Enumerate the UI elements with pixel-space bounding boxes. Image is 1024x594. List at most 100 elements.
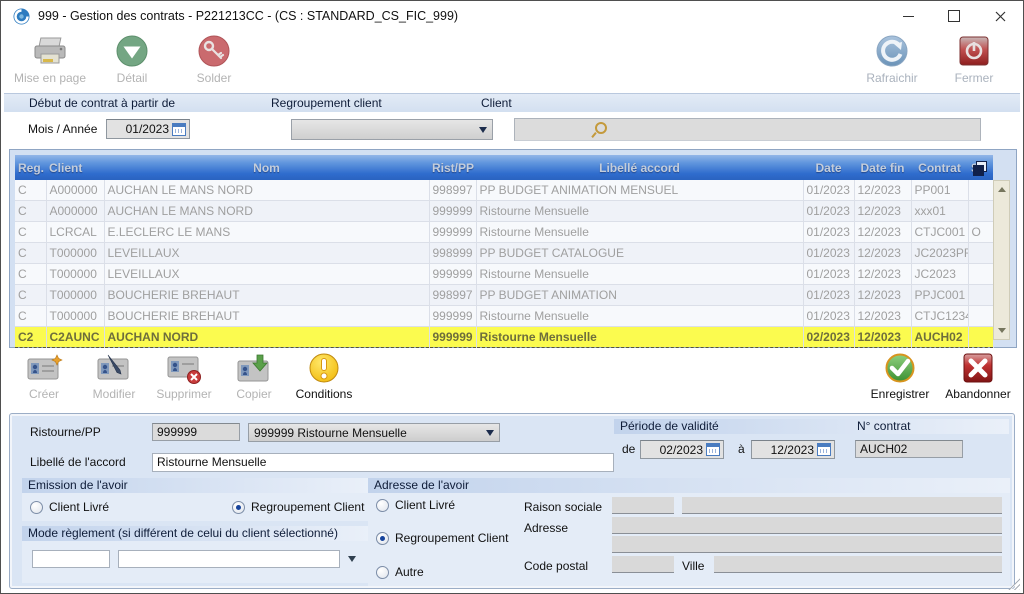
close-button[interactable]: [977, 1, 1023, 31]
copier-button[interactable]: Copier: [219, 353, 289, 401]
table-row[interactable]: CT000000LEVEILLAUX998999PP BUDGET CATALO…: [15, 243, 993, 264]
client-search-input[interactable]: [514, 118, 981, 141]
arrow-up-icon: [998, 187, 1006, 192]
adresse1-input[interactable]: [612, 517, 1002, 534]
table-cell: CTJC1234: [911, 306, 968, 327]
calendar-icon[interactable]: [817, 443, 831, 456]
radio-adresse-regroupement[interactable]: Regroupement Client: [376, 531, 508, 545]
col-datefin[interactable]: Date fin: [854, 155, 911, 180]
abandonner-label: Abandonner: [945, 387, 1010, 401]
abandonner-button[interactable]: Abandonner: [939, 353, 1017, 401]
copier-label: Copier: [236, 387, 271, 401]
supprimer-button[interactable]: Supprimer: [149, 353, 219, 401]
col-date[interactable]: Date: [803, 155, 854, 180]
table-row[interactable]: CT000000BOUCHERIE BREHAUT999999Ristourne…: [15, 306, 993, 327]
maximize-button[interactable]: [931, 1, 977, 31]
table-cell: CTJC001: [911, 222, 968, 243]
table-cell: C2: [15, 327, 46, 348]
radio-icon: [30, 501, 43, 514]
table-cell: [968, 306, 993, 327]
periode-de-input[interactable]: 02/2023: [640, 440, 724, 459]
grid-copy-icon[interactable]: [976, 161, 987, 172]
table-row[interactable]: CT000000LEVEILLAUX999999Ristourne Mensue…: [15, 264, 993, 285]
exclamation-icon: [307, 353, 341, 385]
table-cell: [968, 201, 993, 222]
calendar-icon[interactable]: [706, 443, 720, 456]
col-nom[interactable]: Nom: [104, 155, 429, 180]
solder-button[interactable]: Solder: [173, 35, 255, 85]
table-row[interactable]: CA000000AUCHAN LE MANS NORD998997PP BUDG…: [15, 180, 993, 201]
month-year-input[interactable]: 01/2023: [106, 119, 190, 139]
table-row[interactable]: CLCRCALE.LECLERC LE MANS999999Ristourne …: [15, 222, 993, 243]
ristourne-dropdown[interactable]: 999999 Ristourne Mensuelle: [248, 423, 500, 442]
calendar-icon[interactable]: [172, 123, 186, 136]
table-row[interactable]: CT000000BOUCHERIE BREHAUT998997PP BUDGET…: [15, 285, 993, 306]
rafraichir-label: Rafraichir: [866, 71, 917, 85]
table-cell: C: [15, 285, 46, 306]
col-contrat[interactable]: Contrat: [911, 155, 968, 180]
mode-code-input[interactable]: [32, 550, 110, 568]
periode-label: Période de validité: [620, 419, 719, 433]
col-client[interactable]: Client: [46, 155, 104, 180]
table-scrollbar[interactable]: [993, 180, 1010, 340]
scroll-up-button[interactable]: [994, 182, 1009, 197]
ville-label: Ville: [682, 559, 704, 573]
filter-row: Mois / Année 01/2023: [1, 112, 1023, 149]
action-toolbar: Créer Modifier Supprimer Copier Conditio…: [1, 348, 1023, 412]
libelle-input[interactable]: Ristourne Mensuelle: [152, 453, 614, 472]
table-cell: 12/2023: [854, 243, 911, 264]
periode-a-input[interactable]: 12/2023: [751, 440, 835, 459]
table-cell: A000000: [46, 201, 104, 222]
enregistrer-button[interactable]: Enregistrer: [861, 353, 939, 401]
radio-icon: [376, 532, 389, 545]
table-row[interactable]: C2C2AUNCAUCHAN NORD999999Ristourne Mensu…: [15, 327, 993, 348]
detail-label: Détail: [117, 71, 148, 85]
periode-de-value: 02/2023: [660, 443, 703, 457]
code-postal-input[interactable]: [612, 556, 674, 573]
ristourne-dropdown-value: 999999 Ristourne Mensuelle: [254, 426, 407, 440]
ristourne-code-value: 999999: [157, 425, 197, 439]
table-cell: 12/2023: [854, 306, 911, 327]
table-cell: 02/2023: [803, 327, 854, 348]
radio-adresse-autre[interactable]: Autre: [376, 565, 424, 579]
creer-button[interactable]: Créer: [9, 353, 79, 401]
group-client-dropdown[interactable]: [291, 119, 493, 140]
radio-emission-client-livre[interactable]: Client Livré: [30, 500, 109, 514]
table-cell: 01/2023: [803, 285, 854, 306]
adresse2-input[interactable]: [612, 536, 1002, 553]
window-controls: [885, 1, 1023, 31]
modifier-button[interactable]: Modifier: [79, 353, 149, 401]
conditions-button[interactable]: Conditions: [289, 353, 359, 401]
fermer-button[interactable]: Fermer: [933, 35, 1015, 85]
table-cell: 12/2023: [854, 264, 911, 285]
table-cell: [968, 243, 993, 264]
table-cell: 01/2023: [803, 306, 854, 327]
radio-emission-regroupement[interactable]: Regroupement Client: [232, 500, 364, 514]
raison-sociale-input[interactable]: [682, 497, 1002, 514]
ville-input[interactable]: [714, 556, 1002, 573]
chevron-down-icon[interactable]: [348, 556, 356, 562]
table-row[interactable]: CA000000AUCHAN LE MANS NORD999999Ristour…: [15, 201, 993, 222]
raison-sociale-label: Raison sociale: [524, 500, 602, 514]
col-ristpp[interactable]: Rist/PP: [429, 155, 476, 180]
table-cell: 998997: [429, 285, 476, 306]
table-cell: C: [15, 222, 46, 243]
radio-adresse-client-livre[interactable]: Client Livré: [376, 498, 455, 512]
raison-code-input[interactable]: [612, 497, 674, 514]
minimize-button[interactable]: [885, 1, 931, 31]
radio-label: Regroupement Client: [251, 500, 364, 514]
mise-en-page-button[interactable]: Mise en page: [9, 35, 91, 85]
card-copy-icon: [234, 353, 274, 385]
periode-a-value: 12/2023: [771, 443, 814, 457]
contrat-input[interactable]: AUCH02: [855, 440, 963, 458]
table-cell: C: [15, 180, 46, 201]
col-reg[interactable]: Reg.: [15, 155, 46, 180]
detail-button[interactable]: Détail: [91, 35, 173, 85]
table-cell: A000000: [46, 180, 104, 201]
col-libelle[interactable]: Libellé accord: [476, 155, 803, 180]
scroll-down-button[interactable]: [994, 323, 1009, 338]
mode-dropdown[interactable]: [118, 550, 340, 568]
ristourne-code-input[interactable]: 999999: [152, 423, 240, 441]
adresse-label: Adresse: [524, 521, 568, 535]
rafraichir-button[interactable]: Rafraichir: [851, 35, 933, 85]
